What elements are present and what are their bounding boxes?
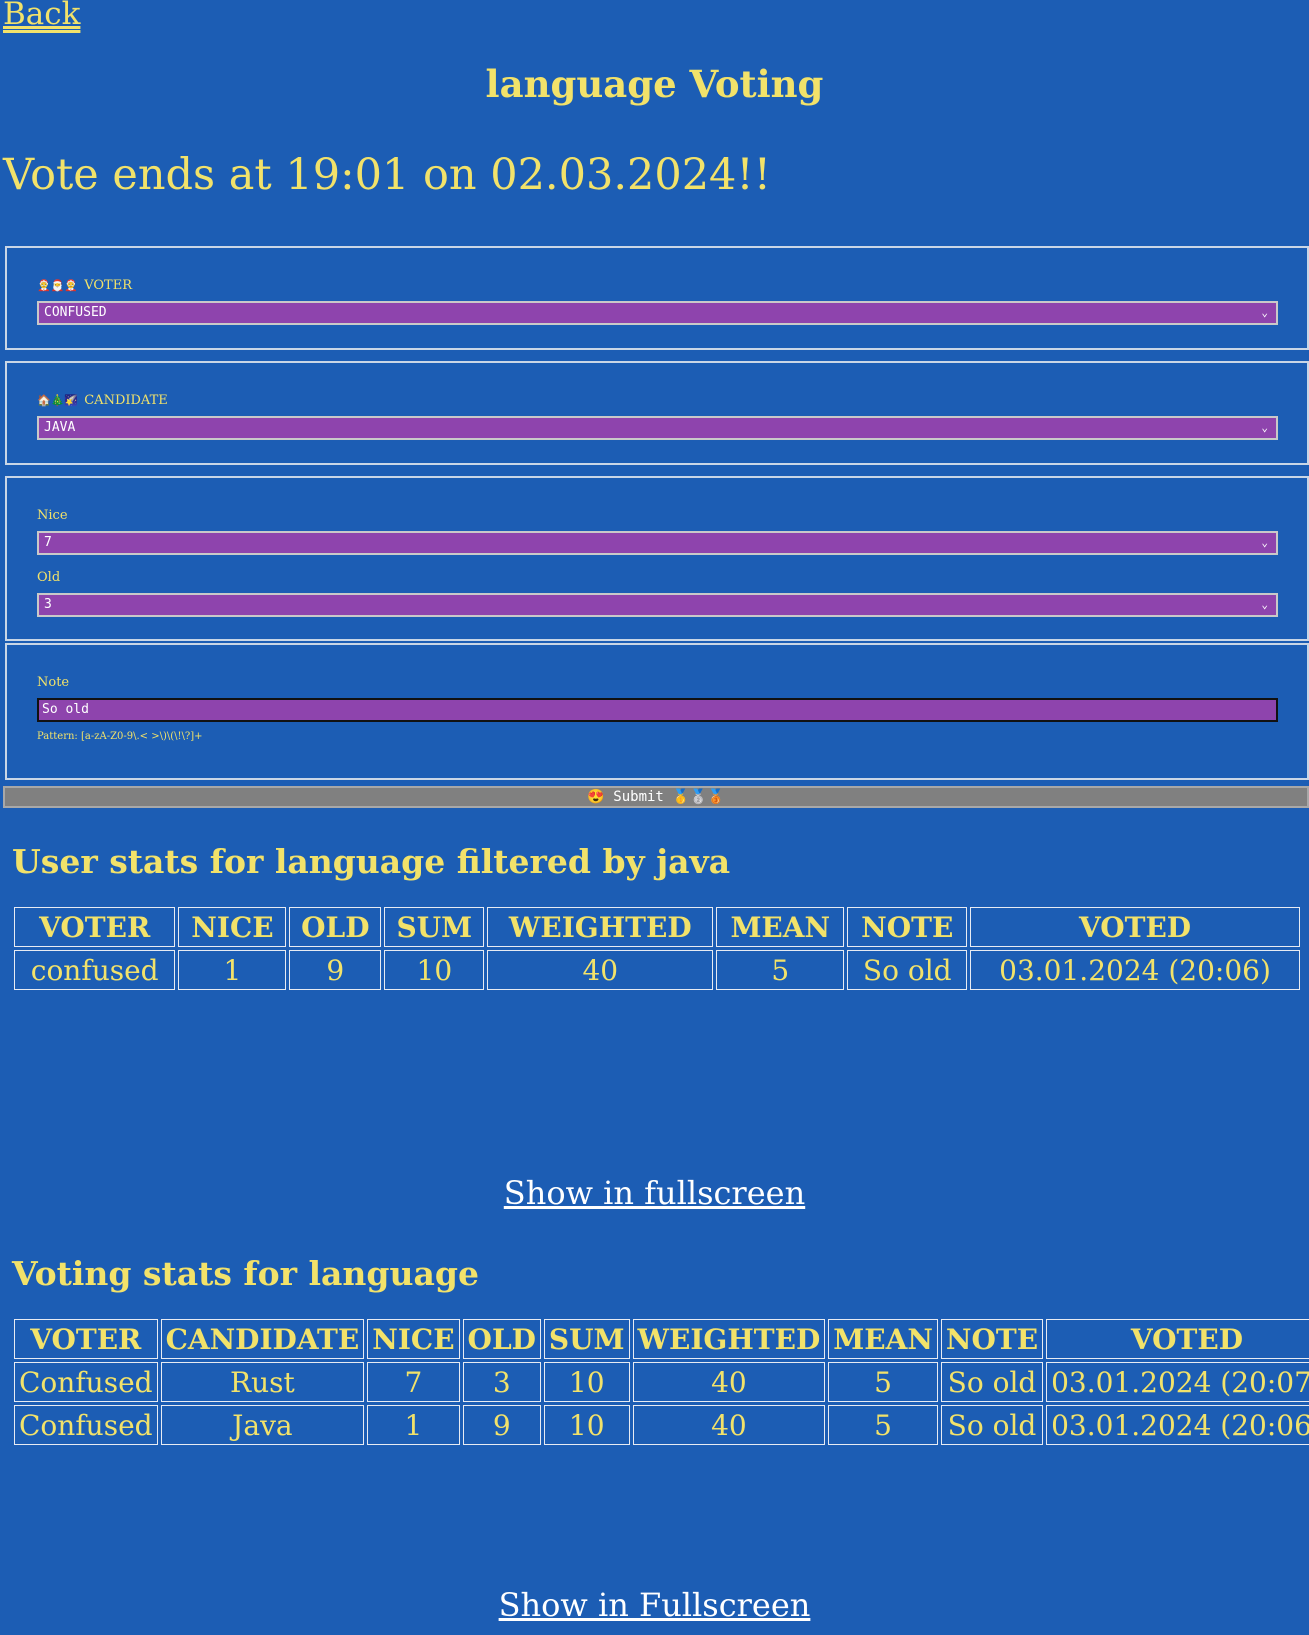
table-cell: 5 [716,950,845,990]
old-select[interactable]: 3 ⌄ [37,593,1278,617]
table-cell: 5 [828,1362,938,1402]
voter-select[interactable]: CONFUSED ⌄ [37,301,1278,325]
table-cell: 7 [367,1362,460,1402]
column-header: NICE [367,1319,460,1359]
table-cell: 1 [367,1405,460,1445]
table-header-row: VOTER NICE OLD SUM WEIGHTED MEAN NOTE VO… [14,907,1300,947]
column-header: WEIGHTED [487,907,714,947]
column-header: WEIGHTED [632,1319,826,1359]
table-cell: 40 [632,1405,826,1445]
candidate-fieldset: 🏠🎄🌠 CANDIDATE JAVA ⌄ [5,361,1309,465]
column-header: SUM [543,1319,630,1359]
table-header-row: VOTER CANDIDATE NICE OLD SUM WEIGHTED ME… [14,1319,1309,1359]
table-cell: 40 [632,1362,826,1402]
table-row: Confused Java 1 9 10 40 5 So old 03.01.2… [14,1405,1309,1445]
chevron-down-icon: ⌄ [1261,421,1268,434]
column-header: OLD [289,907,382,947]
user-stats-heading: User stats for language filtered by java [12,842,731,881]
table-row: Confused Rust 7 3 10 40 5 So old 03.01.2… [14,1362,1309,1402]
column-header: VOTED [970,907,1300,947]
column-header: VOTER [14,1319,158,1359]
table-cell: 10 [384,950,485,990]
chevron-down-icon: ⌄ [1261,536,1268,549]
candidate-select[interactable]: JAVA ⌄ [37,416,1278,440]
nice-select[interactable]: 7 ⌄ [37,531,1278,555]
column-header: VOTED [1046,1319,1309,1359]
table-cell: confused [14,950,176,990]
old-label: Old [37,570,61,585]
ratings-fieldset: Nice 7 ⌄ Old 3 ⌄ [5,476,1309,641]
table-cell: Java [160,1405,365,1445]
voter-fieldset: 🤶🎅🤶 VOTER CONFUSED ⌄ [5,246,1309,350]
table-cell: 40 [487,950,714,990]
christmas-emoji-icons: 🏠🎄🌠 [37,394,79,407]
chevron-down-icon: ⌄ [1261,306,1268,319]
voting-stats-heading: Voting stats for language [12,1254,479,1293]
note-pattern-hint: Pattern: [a-zA-Z0-9\.< >\)\(\!\?]+ [37,731,203,742]
table-cell: So old [847,950,968,990]
note-label: Note [37,675,70,690]
voter-label: 🤶🎅🤶 VOTER [37,278,133,293]
column-header: NOTE [847,907,968,947]
page-title: language Voting [485,62,824,106]
table-cell: 3 [462,1362,541,1402]
column-header: NOTE [940,1319,1044,1359]
table-cell: 03.01.2024 (20:06) [1046,1405,1309,1445]
table-cell: 10 [543,1405,630,1445]
column-header: OLD [462,1319,541,1359]
table-cell: 1 [178,950,287,990]
medals-emoji-icons: 🥇🥈🥉 [672,789,725,805]
user-stats-table: VOTER NICE OLD SUM WEIGHTED MEAN NOTE VO… [11,904,1303,993]
table-row: confused 1 9 10 40 5 So old 03.01.2024 (… [14,950,1300,990]
vote-deadline-text: Vote ends at 19:01 on 02.03.2024!! [3,150,771,200]
column-header: MEAN [716,907,845,947]
nice-label: Nice [37,508,68,523]
table-cell: 9 [462,1405,541,1445]
heart-eyes-emoji-icon: 😍 [587,789,605,805]
chevron-down-icon: ⌄ [1261,598,1268,611]
table-cell: 9 [289,950,382,990]
column-header: MEAN [828,1319,938,1359]
column-header: SUM [384,907,485,947]
column-header: NICE [178,907,287,947]
table-cell: Confused [14,1405,158,1445]
table-cell: Confused [14,1362,158,1402]
table-cell: 10 [543,1362,630,1402]
column-header: CANDIDATE [160,1319,365,1359]
santa-emoji-icons: 🤶🎅🤶 [37,279,79,292]
note-input[interactable]: So old [37,698,1278,722]
candidate-label: 🏠🎄🌠 CANDIDATE [37,393,168,408]
user-stats-fullscreen-link[interactable]: Show in fullscreen [0,1174,1309,1212]
table-cell: 03.01.2024 (20:07) [1046,1362,1309,1402]
table-cell: 5 [828,1405,938,1445]
table-cell: 03.01.2024 (20:06) [970,950,1300,990]
table-cell: So old [940,1362,1044,1402]
submit-button[interactable]: 😍 Submit 🥇🥈🥉 [3,786,1309,808]
table-cell: Rust [160,1362,365,1402]
note-fieldset: Note So old Pattern: [a-zA-Z0-9\.< >\)\(… [5,643,1309,780]
column-header: VOTER [14,907,176,947]
back-link[interactable]: Back [3,0,80,32]
voting-stats-fullscreen-link[interactable]: Show in Fullscreen [0,1586,1309,1624]
voting-stats-table: VOTER CANDIDATE NICE OLD SUM WEIGHTED ME… [11,1316,1309,1448]
table-cell: So old [940,1405,1044,1445]
